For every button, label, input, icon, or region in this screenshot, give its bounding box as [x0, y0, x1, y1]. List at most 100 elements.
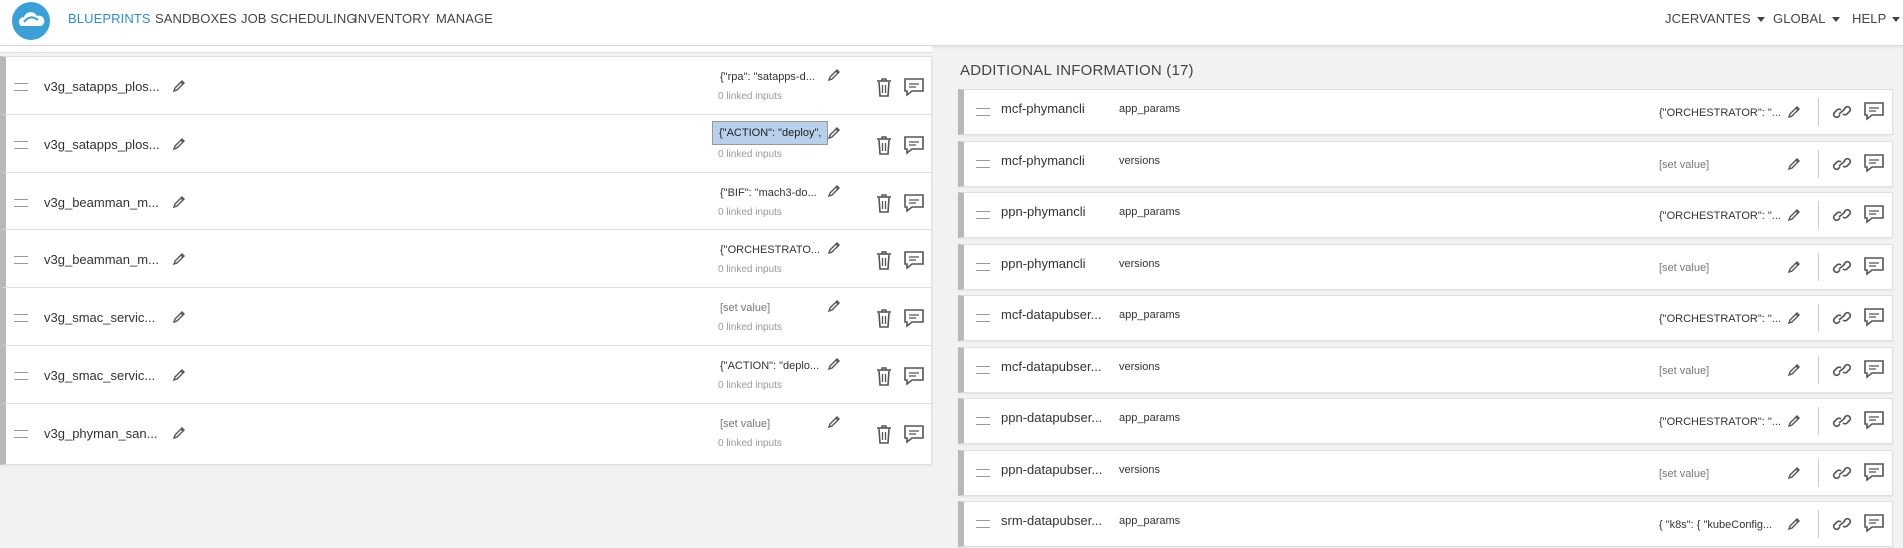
trash-icon[interactable] [874, 134, 894, 156]
edit-pencil-icon[interactable] [1786, 104, 1802, 120]
edit-pencil-icon[interactable] [1786, 156, 1802, 172]
comment-icon[interactable] [1862, 100, 1886, 122]
info-value[interactable]: {"ORCHESTRATOR": "... [1659, 313, 1781, 325]
comment-icon[interactable] [1862, 512, 1886, 534]
drag-handle-icon[interactable] [14, 140, 28, 149]
chevron-down-icon [1756, 17, 1765, 23]
edit-pencil-icon[interactable] [1786, 516, 1802, 532]
edit-pencil-icon[interactable] [1786, 465, 1802, 481]
drag-handle-icon[interactable] [976, 108, 990, 116]
trash-icon[interactable] [874, 365, 894, 387]
nav-manage[interactable]: MANAGE [436, 11, 493, 26]
comment-icon[interactable] [902, 307, 926, 329]
nav-job-scheduling[interactable]: JOB SCHEDULING [241, 11, 357, 26]
trash-icon[interactable] [874, 423, 894, 445]
drag-handle-icon[interactable] [976, 520, 990, 528]
edit-pencil-icon[interactable] [1786, 310, 1802, 326]
edit-value-pencil-icon[interactable] [826, 67, 842, 83]
nav-inventory[interactable]: INVENTORY [354, 11, 430, 26]
comment-icon[interactable] [1862, 306, 1886, 328]
help-label: HELP [1852, 11, 1887, 26]
comment-icon[interactable] [902, 192, 926, 214]
info-value[interactable]: [set value] [1659, 262, 1709, 274]
input-value[interactable]: {"rpa": "satapps-d... [718, 69, 817, 85]
drag-handle-icon[interactable] [976, 365, 990, 374]
link-icon[interactable] [1831, 463, 1853, 483]
comment-icon[interactable] [1862, 152, 1886, 174]
cloud-logo-icon[interactable] [12, 2, 50, 40]
drag-handle-icon[interactable] [14, 372, 28, 380]
input-value[interactable]: {"ACTION": "deplo... [718, 358, 821, 374]
edit-value-pencil-icon[interactable] [826, 414, 842, 430]
link-icon[interactable] [1831, 514, 1853, 534]
drag-handle-icon[interactable] [14, 314, 28, 323]
drag-handle-icon[interactable] [976, 159, 990, 168]
comment-icon[interactable] [902, 365, 926, 387]
link-icon[interactable] [1831, 205, 1853, 225]
input-value[interactable]: [set value] [718, 416, 772, 432]
edit-value-pencil-icon[interactable] [826, 125, 842, 141]
edit-pencil-icon[interactable] [1786, 362, 1802, 378]
info-value[interactable]: [set value] [1659, 468, 1709, 480]
info-value[interactable]: {"ORCHESTRATOR": "... [1659, 210, 1781, 222]
comment-icon[interactable] [1862, 358, 1886, 380]
link-icon[interactable] [1831, 102, 1853, 122]
comment-icon[interactable] [902, 423, 926, 445]
link-icon[interactable] [1831, 411, 1853, 431]
nav-sandboxes[interactable]: SANDBOXES [155, 11, 237, 26]
input-value[interactable]: [set value] [718, 300, 772, 316]
drag-handle-icon[interactable] [976, 468, 990, 477]
edit-value-pencil-icon[interactable] [826, 298, 842, 314]
comment-icon[interactable] [902, 134, 926, 156]
edit-name-pencil-icon[interactable] [171, 367, 187, 383]
info-value[interactable]: { "k8s": { "kubeConfig... [1659, 519, 1772, 531]
link-icon[interactable] [1831, 257, 1853, 277]
comment-icon[interactable] [902, 249, 926, 271]
edit-name-pencil-icon[interactable] [171, 425, 187, 441]
trash-icon[interactable] [874, 192, 894, 214]
edit-pencil-icon[interactable] [1786, 207, 1802, 223]
trash-icon[interactable] [874, 249, 894, 271]
trash-icon[interactable] [874, 76, 894, 98]
trash-icon[interactable] [874, 307, 894, 329]
help-menu[interactable]: HELP [1852, 11, 1901, 26]
info-value[interactable]: [set value] [1659, 365, 1709, 377]
drag-handle-icon[interactable] [976, 211, 990, 219]
comment-icon[interactable] [1862, 203, 1886, 225]
drag-handle-icon[interactable] [976, 314, 990, 322]
input-value[interactable]: {"ACTION": "deploy", [712, 120, 829, 145]
link-icon[interactable] [1831, 360, 1853, 380]
edit-value-pencil-icon[interactable] [826, 183, 842, 199]
edit-pencil-icon[interactable] [1786, 413, 1802, 429]
scope-menu[interactable]: GLOBAL [1773, 11, 1840, 26]
info-value[interactable]: {"ORCHESTRATOR": "... [1659, 107, 1781, 119]
additional-info-row: ppn-phymancli versions [set value] [958, 243, 1893, 290]
drag-handle-icon[interactable] [976, 417, 990, 425]
drag-handle-icon[interactable] [14, 256, 28, 265]
drag-handle-icon[interactable] [14, 83, 28, 91]
comment-icon[interactable] [902, 76, 926, 98]
edit-name-pencil-icon[interactable] [171, 78, 187, 94]
additional-info-row: mcf-phymancli app_params {"ORCHESTRATOR": … [958, 89, 1893, 135]
edit-name-pencil-icon[interactable] [171, 136, 187, 152]
edit-name-pencil-icon[interactable] [171, 194, 187, 210]
link-icon[interactable] [1831, 154, 1853, 174]
link-icon[interactable] [1831, 308, 1853, 328]
edit-pencil-icon[interactable] [1786, 259, 1802, 275]
input-value[interactable]: {"BIF": "mach3-do... [718, 185, 819, 201]
info-value[interactable]: {"ORCHESTRATOR": "... [1659, 416, 1781, 428]
comment-icon[interactable] [1862, 255, 1886, 277]
drag-handle-icon[interactable] [976, 262, 990, 271]
edit-name-pencil-icon[interactable] [171, 309, 187, 325]
input-value[interactable]: {"ORCHESTRATO... [718, 242, 822, 258]
nav-blueprints[interactable]: BLUEPRINTS [68, 11, 151, 26]
info-value[interactable]: [set value] [1659, 159, 1709, 171]
comment-icon[interactable] [1862, 461, 1886, 483]
edit-name-pencil-icon[interactable] [171, 251, 187, 267]
user-menu[interactable]: JCERVANTES [1665, 11, 1765, 26]
edit-value-pencil-icon[interactable] [826, 356, 842, 372]
drag-handle-icon[interactable] [14, 198, 28, 207]
edit-value-pencil-icon[interactable] [826, 240, 842, 256]
comment-icon[interactable] [1862, 409, 1886, 431]
drag-handle-icon[interactable] [14, 429, 28, 438]
